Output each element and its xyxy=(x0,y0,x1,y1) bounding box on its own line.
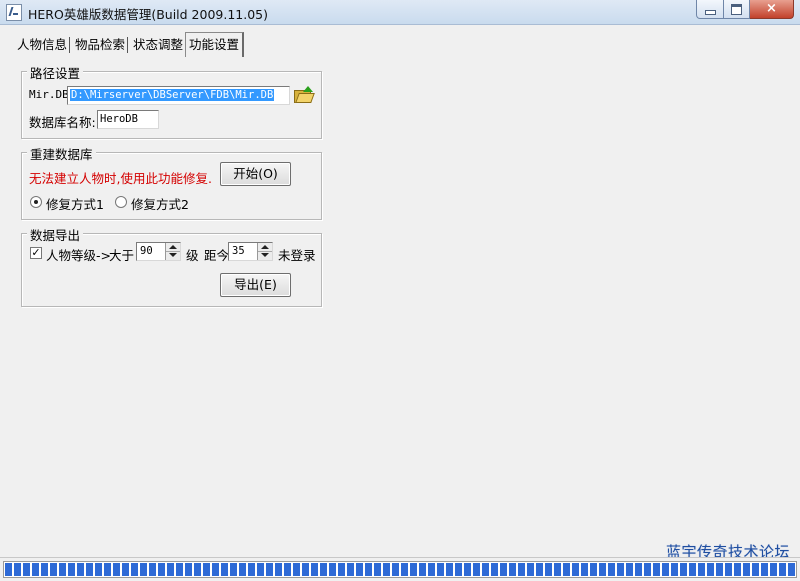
tab-separator xyxy=(127,37,128,53)
app-icon xyxy=(6,4,22,21)
open-folder-icon[interactable] xyxy=(294,86,315,103)
export-button[interactable]: 导出(E) xyxy=(220,273,291,297)
rebuild-db-title: 重建数据库 xyxy=(27,144,96,163)
distance-label: 距今 xyxy=(204,248,230,263)
data-export-title: 数据导出 xyxy=(27,225,84,244)
tab-status-adjust[interactable]: 状态调整 xyxy=(133,34,183,54)
app-window: HERO英雄版数据管理(Build 2009.11.05) × 人物信息 物品检… xyxy=(0,0,800,581)
db-name-label: 数据库名称: xyxy=(29,115,96,130)
tab-function-settings[interactable]: 功能设置 xyxy=(185,32,245,57)
repair-mode-1-label: 修复方式1 xyxy=(46,197,104,212)
minimize-button[interactable] xyxy=(696,0,724,19)
window-controls: × xyxy=(696,0,794,19)
start-button[interactable]: 开始(O) xyxy=(220,162,291,186)
not-logged-label: 未登录 xyxy=(278,248,316,263)
mir-db-path-value: D:\Mirserver\DBServer\FDB\Mir.DB xyxy=(70,89,275,101)
close-button[interactable]: × xyxy=(750,0,794,19)
progress-fill xyxy=(5,563,795,576)
tab-character-info[interactable]: 人物信息 xyxy=(17,34,67,54)
mir-db-path-input[interactable]: D:\Mirserver\DBServer\FDB\Mir.DB xyxy=(67,86,290,105)
days-down-arrow-icon[interactable] xyxy=(258,251,272,259)
export-level-checkbox[interactable]: ✓ xyxy=(30,247,42,259)
level-down-arrow-icon[interactable] xyxy=(166,251,180,259)
repair-mode-2-radio[interactable] xyxy=(115,196,127,208)
close-icon: × xyxy=(766,1,777,16)
rebuild-warning-text: 无法建立人物时,使用此功能修复. xyxy=(29,171,212,186)
days-spinner[interactable]: 35 xyxy=(228,242,273,261)
progress-bar xyxy=(3,561,797,578)
tab-separator xyxy=(69,37,70,53)
title-bar[interactable]: HERO英雄版数据管理(Build 2009.11.05) × xyxy=(0,0,800,25)
window-title: HERO英雄版数据管理(Build 2009.11.05) xyxy=(28,7,268,22)
tab-item-search[interactable]: 物品检索 xyxy=(75,34,125,54)
db-name-input[interactable]: HeroDB xyxy=(97,110,159,129)
repair-mode-2-label: 修复方式2 xyxy=(131,197,189,212)
maximize-button[interactable] xyxy=(724,0,750,19)
level-spinner[interactable]: 90 xyxy=(136,242,181,261)
level-unit-label: 级 xyxy=(186,248,199,263)
level-value: 90 xyxy=(140,245,153,257)
repair-mode-1-radio[interactable] xyxy=(30,196,42,208)
path-settings-title: 路径设置 xyxy=(27,63,84,82)
status-bar xyxy=(0,557,800,581)
export-level-label: 人物等级-> xyxy=(46,248,111,263)
days-value: 35 xyxy=(232,245,245,257)
mir-db-label: Mir.DB xyxy=(29,88,69,101)
greater-than-label: 大于 xyxy=(109,248,135,263)
